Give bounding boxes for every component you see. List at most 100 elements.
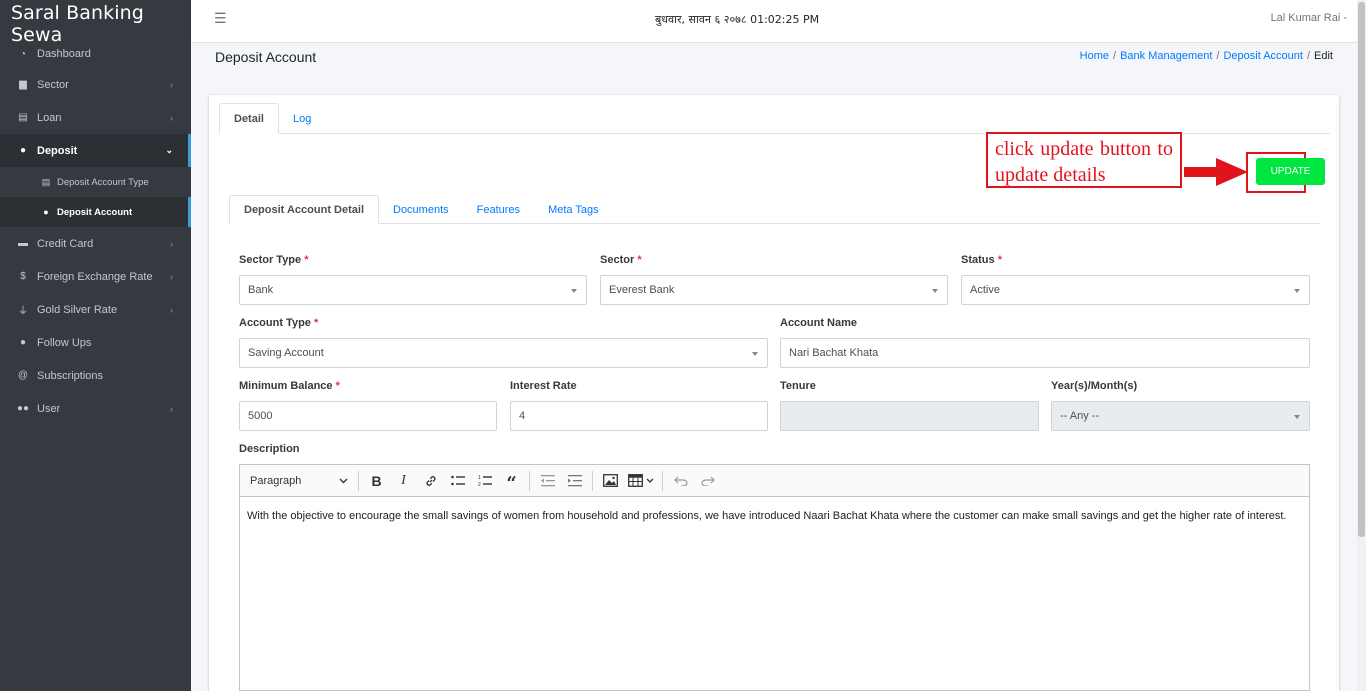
status-label: Status * xyxy=(961,254,1002,266)
link-icon xyxy=(425,475,436,486)
undo-icon xyxy=(673,476,688,486)
breadcrumb-separator: / xyxy=(1113,50,1117,62)
sidebar-item-sector[interactable]: ▆ Sector › xyxy=(0,68,191,101)
undo-button[interactable] xyxy=(667,469,694,493)
account-type-label: Account Type * xyxy=(239,317,318,329)
sidebar-item-foreign-exchange-rate[interactable]: $ Foreign Exchange Rate › xyxy=(0,260,191,293)
breadcrumb-bank-management[interactable]: Bank Management xyxy=(1120,50,1212,62)
blockquote-button[interactable]: “ xyxy=(498,469,525,493)
sidebar-item-deposit-account-type[interactable]: ▤ Deposit Account Type xyxy=(0,167,191,197)
table-icon xyxy=(628,474,643,487)
required-mark: * xyxy=(313,317,319,329)
required-mark: * xyxy=(335,380,340,392)
tab-detail[interactable]: Detail xyxy=(219,103,279,134)
account-type-select[interactable]: Saving Account xyxy=(239,338,768,368)
sidebar-item-follow-ups[interactable]: ● Follow Ups xyxy=(0,326,191,359)
tab-log[interactable]: Log xyxy=(279,103,325,134)
hamburger-menu-icon[interactable]: ☰ xyxy=(214,10,227,27)
redo-button[interactable] xyxy=(694,469,721,493)
sidebar-item-label: Foreign Exchange Rate xyxy=(37,270,153,283)
minimum-balance-input[interactable]: 5000 xyxy=(239,401,497,431)
user-circle-icon: ● xyxy=(43,207,49,217)
input-value: 4 xyxy=(519,410,526,422)
period-select[interactable]: -- Any -- xyxy=(1051,401,1310,431)
outdent-button[interactable] xyxy=(534,469,561,493)
sidebar-item-gold-silver-rate[interactable]: ⏚ Gold Silver Rate › xyxy=(0,293,191,326)
breadcrumb-current: Edit xyxy=(1314,50,1333,62)
chevron-right-icon: › xyxy=(170,403,173,414)
sidebar-item-label: Dashboard xyxy=(37,48,91,60)
bold-button[interactable]: B xyxy=(363,469,390,493)
sector-type-select[interactable]: Bank xyxy=(239,275,587,305)
sidebar-item-deposit-account[interactable]: ● Deposit Account xyxy=(0,197,191,227)
breadcrumb-deposit-account[interactable]: Deposit Account xyxy=(1223,50,1303,62)
user-menu[interactable]: Lal Kumar Rai - xyxy=(1271,12,1347,24)
sidebar-item-subscriptions[interactable]: @ Subscriptions xyxy=(0,359,191,392)
insert-image-button[interactable] xyxy=(597,469,624,493)
user-plus-icon: ● xyxy=(19,337,27,348)
sector-select[interactable]: Everest Bank xyxy=(600,275,948,305)
bulleted-list-button[interactable] xyxy=(444,469,471,493)
loan-icon: ▤ xyxy=(18,112,28,123)
chevron-right-icon: › xyxy=(170,112,173,123)
sector-type-label: Sector Type * xyxy=(239,254,309,266)
svg-text:1: 1 xyxy=(478,475,481,481)
outdent-icon xyxy=(540,474,555,486)
tab-deposit-account-detail[interactable]: Deposit Account Detail xyxy=(229,195,379,224)
label-text: Minimum Balance xyxy=(239,380,333,392)
insert-table-button[interactable] xyxy=(624,469,658,493)
user-name: Lal Kumar Rai xyxy=(1270,12,1341,24)
numbered-list-button[interactable]: 12 xyxy=(471,469,498,493)
scrollbar-thumb[interactable] xyxy=(1358,2,1365,537)
at-icon: @ xyxy=(17,370,29,381)
hand-coin-icon: ⏚ xyxy=(18,306,28,317)
image-icon xyxy=(603,474,618,487)
select-value: -- Any -- xyxy=(1060,410,1100,422)
editor-content[interactable]: With the objective to encourage the smal… xyxy=(240,497,1309,536)
breadcrumb-separator: / xyxy=(1306,50,1311,62)
status-select[interactable]: Active xyxy=(961,275,1310,305)
sidebar-item-label: Sector xyxy=(37,78,69,91)
tab-meta-tags[interactable]: Meta Tags xyxy=(534,195,613,224)
quote-icon: “ xyxy=(506,472,517,494)
italic-button[interactable]: I xyxy=(390,469,417,493)
tab-features[interactable]: Features xyxy=(463,195,534,224)
required-mark: * xyxy=(997,254,1002,266)
page-scrollbar[interactable] xyxy=(1357,0,1366,691)
tenure-input[interactable] xyxy=(780,401,1039,431)
breadcrumb-separator: / xyxy=(1216,50,1220,62)
input-value: Nari Bachat Khata xyxy=(789,347,879,359)
sidebar-item-label: User xyxy=(37,402,61,415)
select-value: Everest Bank xyxy=(609,284,675,296)
chevron-down-icon: ⌄ xyxy=(165,145,173,155)
paragraph-format-dropdown[interactable]: Paragraph xyxy=(246,469,354,493)
account-name-input[interactable]: Nari Bachat Khata xyxy=(780,338,1310,368)
top-navbar: ☰ बुधवार, सावन ६ २०७८ 01:02:25 PM Lal Ku… xyxy=(191,0,1366,43)
sidebar-item-user[interactable]: ●● User › xyxy=(0,392,191,425)
label-text: Account Type xyxy=(239,317,311,329)
chevron-right-icon: › xyxy=(170,79,173,90)
sidebar-item-loan[interactable]: ▤ Loan › xyxy=(0,101,191,134)
indent-button[interactable] xyxy=(561,469,588,493)
sidebar-item-credit-card[interactable]: ▬ Credit Card › xyxy=(0,227,191,260)
toolbar-separator xyxy=(529,470,530,491)
update-button[interactable]: UPDATE xyxy=(1256,158,1325,185)
minimum-balance-label: Minimum Balance * xyxy=(239,380,340,392)
breadcrumb-home[interactable]: Home xyxy=(1080,50,1109,62)
indent-icon xyxy=(567,474,582,486)
sidebar: Saral Banking Sewa ◔ Dashboard ▆ Sector … xyxy=(0,0,191,691)
tab-documents[interactable]: Documents xyxy=(379,195,463,224)
label-text: Status xyxy=(961,254,995,266)
sidebar-item-label: Credit Card xyxy=(37,237,94,250)
select-value: Saving Account xyxy=(248,347,324,359)
link-button[interactable] xyxy=(417,469,444,493)
current-datetime: बुधवार, सावन ६ २०७८ 01:02:25 PM xyxy=(655,13,820,26)
toolbar-separator xyxy=(662,470,663,491)
top-tabs: Detail Log xyxy=(219,103,1330,134)
paragraph-format-label: Paragraph xyxy=(250,474,302,487)
sidebar-item-deposit[interactable]: ● Deposit ⌄ xyxy=(0,134,191,167)
sidebar-item-dashboard[interactable]: ◔ Dashboard xyxy=(0,40,191,68)
chevron-right-icon: › xyxy=(170,238,173,249)
interest-rate-input[interactable]: 4 xyxy=(510,401,768,431)
sidebar-item-label: Subscriptions xyxy=(37,369,104,382)
